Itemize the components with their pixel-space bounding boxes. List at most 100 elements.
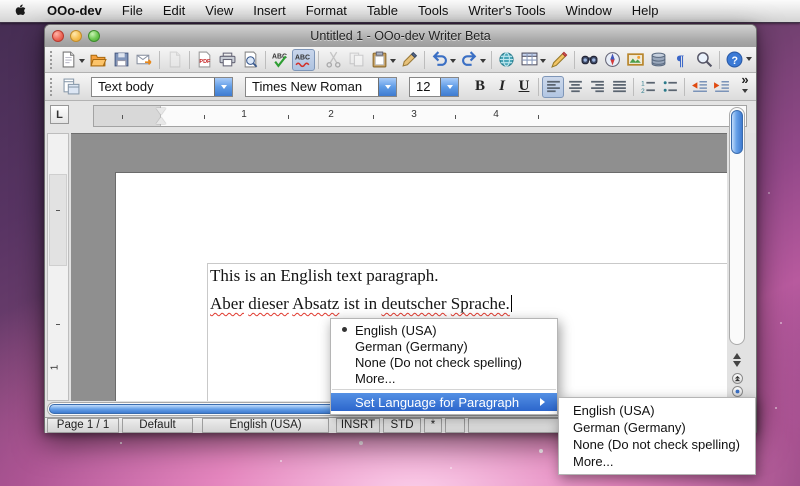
title-bar[interactable]: Untitled 1 - OOo-dev Writer Beta	[45, 25, 756, 48]
status-info-field[interactable]	[468, 418, 562, 433]
ruler-number-4: 4	[493, 109, 499, 120]
page-preview-button[interactable]	[239, 49, 262, 71]
save-button[interactable]	[110, 49, 133, 71]
toolbar-grip[interactable]	[50, 51, 52, 69]
status-page-indicator[interactable]: Page 1 / 1	[47, 418, 119, 433]
menu-view[interactable]: View	[195, 0, 243, 22]
status-insert-mode[interactable]: INSRT	[336, 418, 380, 433]
font-size-combo[interactable]: 12	[409, 77, 459, 97]
submenu-item-german-germany[interactable]: German (Germany)	[559, 419, 755, 436]
menu-item-label: Window	[565, 3, 611, 18]
zoom-button[interactable]	[693, 49, 716, 71]
status-language[interactable]: English (USA)	[202, 418, 329, 433]
toolbar-separator	[633, 78, 634, 96]
menu-edit[interactable]: Edit	[153, 0, 195, 22]
paragraph-german[interactable]: Aber dieser Absatz ist in deutscher Spra…	[210, 293, 727, 314]
apple-menu[interactable]	[0, 3, 37, 20]
tab-stop-selector[interactable]: L	[50, 105, 69, 124]
redo-button[interactable]	[458, 49, 488, 71]
open-icon	[90, 51, 107, 68]
navigator-button[interactable]	[601, 49, 624, 71]
menu-help[interactable]: Help	[622, 0, 669, 22]
status-page-style[interactable]: Default	[122, 418, 193, 433]
menu-table[interactable]: Table	[357, 0, 408, 22]
horizontal-ruler[interactable]: 1234	[93, 105, 747, 127]
align-left-button[interactable]	[542, 76, 564, 98]
draw-functions-button[interactable]	[548, 49, 571, 71]
export-pdf-icon: PDF	[196, 51, 213, 68]
toolbar-separator	[538, 78, 539, 96]
navigation-button[interactable]	[732, 386, 743, 397]
clone-formatting-icon	[401, 51, 418, 68]
hyperlink-icon	[498, 51, 515, 68]
spellcheck-button[interactable]: ABC	[269, 49, 292, 71]
menu-separator	[332, 389, 556, 390]
double-up-icon	[734, 375, 741, 382]
email-document-button[interactable]	[133, 49, 156, 71]
clone-formatting-button[interactable]	[398, 49, 421, 71]
vertical-ruler[interactable]: 1	[47, 133, 69, 401]
context-menu-item-none-do-not-check-spelling[interactable]: None (Do not check spelling)	[331, 354, 557, 370]
undo-button[interactable]	[428, 49, 458, 71]
scroll-down-button[interactable]	[733, 361, 741, 371]
paste-button[interactable]	[368, 49, 398, 71]
context-menu-item-german-germany[interactable]: German (Germany)	[331, 338, 557, 354]
context-menu-item-english-usa[interactable]: English (USA)	[331, 322, 557, 338]
hyperlink-button[interactable]	[495, 49, 518, 71]
open-button[interactable]	[87, 49, 110, 71]
toolbar-overflow-button[interactable]	[746, 51, 752, 69]
scroll-up-button[interactable]	[733, 349, 741, 359]
align-right-button[interactable]	[586, 76, 608, 98]
formatting-marks-button[interactable]: ¶	[670, 49, 693, 71]
set-language-for-paragraph-item[interactable]: Set Language for Paragraph	[331, 393, 557, 411]
vertical-scrollbar-thumb[interactable]	[731, 110, 743, 154]
paragraph-english[interactable]: This is an English text paragraph.	[210, 265, 727, 286]
menu-ooo-dev[interactable]: OOo-dev	[37, 0, 112, 22]
export-pdf-button[interactable]: PDF	[193, 49, 216, 71]
numbered-list-button[interactable]: 12	[637, 76, 659, 98]
font-name-dropdown-button[interactable]	[378, 78, 396, 96]
justify-button[interactable]	[608, 76, 630, 98]
status-signature-field[interactable]	[445, 418, 465, 433]
new-document-button[interactable]	[57, 49, 87, 71]
help-button[interactable]: ?	[723, 49, 746, 71]
bold-button[interactable]: B	[469, 76, 491, 98]
copy-button[interactable]	[345, 49, 368, 71]
paragraph-style-combo[interactable]: Text body	[91, 77, 233, 97]
menu-tools[interactable]: Tools	[408, 0, 458, 22]
align-left-icon	[545, 78, 562, 95]
underline-button[interactable]: U	[513, 76, 535, 98]
context-menu-item-more[interactable]: More...	[331, 370, 557, 386]
status-modified-flag[interactable]: *	[424, 418, 442, 433]
increase-indent-button[interactable]	[710, 76, 732, 98]
edit-file-button[interactable]	[163, 49, 186, 71]
italic-button[interactable]: I	[491, 76, 513, 98]
data-sources-button[interactable]	[647, 49, 670, 71]
font-name-combo[interactable]: Times New Roman	[245, 77, 397, 97]
menu-writer-s-tools[interactable]: Writer's Tools	[458, 0, 555, 22]
menu-format[interactable]: Format	[296, 0, 357, 22]
print-button[interactable]	[216, 49, 239, 71]
menu-insert[interactable]: Insert	[243, 0, 296, 22]
gallery-button[interactable]	[624, 49, 647, 71]
toolbar-grip[interactable]	[50, 78, 55, 96]
previous-page-button[interactable]	[732, 373, 743, 384]
align-center-button[interactable]	[564, 76, 586, 98]
formatting-overflow-button[interactable]: »	[737, 74, 753, 98]
vertical-scrollbar[interactable]	[729, 107, 745, 345]
insert-table-button[interactable]	[518, 49, 548, 71]
submenu-item-more[interactable]: More...	[559, 453, 755, 470]
cut-button[interactable]	[322, 49, 345, 71]
menu-file[interactable]: File	[112, 0, 153, 22]
auto-spellcheck-button[interactable]: ABC	[292, 49, 315, 71]
submenu-item-english-usa[interactable]: English (USA)	[559, 402, 755, 419]
font-size-dropdown-button[interactable]	[440, 78, 458, 96]
bullet-list-button[interactable]	[659, 76, 681, 98]
menu-window[interactable]: Window	[555, 0, 621, 22]
styles-window-button[interactable]	[60, 76, 83, 98]
status-selection-mode[interactable]: STD	[383, 418, 421, 433]
decrease-indent-button[interactable]	[688, 76, 710, 98]
submenu-item-none-do-not-check-spelling[interactable]: None (Do not check spelling)	[559, 436, 755, 453]
find-replace-button[interactable]	[578, 49, 601, 71]
paragraph-style-dropdown-button[interactable]	[214, 78, 232, 96]
